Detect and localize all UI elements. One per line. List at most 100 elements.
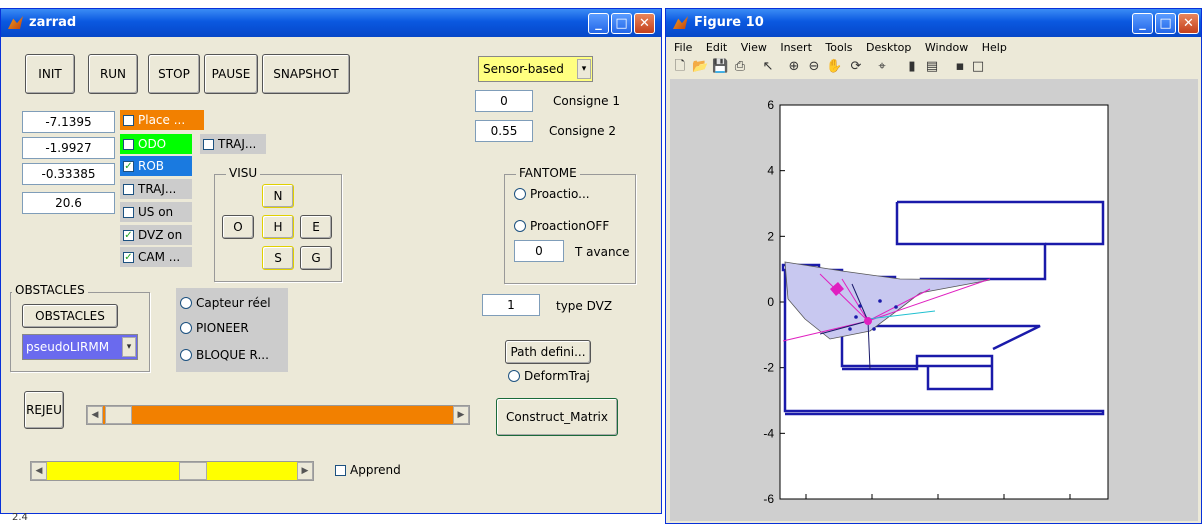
proaction-on-radio[interactable]: Proactio... — [514, 184, 590, 204]
radio-icon[interactable] — [180, 322, 192, 334]
consigne2-input[interactable]: 0.55 — [475, 120, 533, 142]
visu-g-button[interactable]: G — [300, 246, 332, 270]
edit-y[interactable]: -1.9927 — [22, 137, 115, 159]
check-icon[interactable]: ✓ — [123, 160, 134, 172]
edit-x[interactable]: -7.1395 — [22, 111, 115, 133]
pan-icon[interactable]: ✋ — [826, 59, 842, 75]
pointer-icon[interactable]: ↖ — [760, 59, 776, 75]
visu-e-button[interactable]: E — [300, 215, 332, 239]
rejeu-button[interactable]: REJEU — [24, 391, 64, 429]
y-tick-label: 4 — [767, 164, 774, 178]
pause-button[interactable]: PAUSE — [204, 54, 258, 94]
stop-button[interactable]: STOP — [148, 54, 200, 94]
minimize-icon[interactable]: _ — [588, 13, 609, 34]
zoom-out-icon[interactable]: ⊖ — [806, 59, 822, 75]
checkbox-icon[interactable] — [203, 138, 214, 150]
chevron-down-icon[interactable]: ▾ — [577, 59, 591, 79]
show-plot-tools-icon[interactable]: □ — [970, 59, 986, 75]
colorbar-icon[interactable]: ▮ — [904, 59, 920, 75]
apprend-slider[interactable]: ◀ ▶ — [30, 461, 314, 481]
figure-toolbar: 🗋 📂 💾 ⎙ ↖ ⊕ ⊖ ✋ ⟳ ⌖ ▮ ▤ ▪ □ — [672, 59, 1192, 79]
menu-file[interactable]: File — [674, 41, 692, 54]
arrow-right-icon[interactable]: ▶ — [453, 406, 469, 424]
capteur-radio[interactable]: Capteur réel — [180, 293, 271, 313]
radio-icon[interactable] — [514, 220, 526, 232]
obstacles-select[interactable]: pseudoLIRMM ▾ — [22, 334, 138, 360]
radio-icon[interactable] — [514, 188, 526, 200]
radio-icon[interactable] — [180, 297, 192, 309]
save-icon[interactable]: 💾 — [712, 59, 728, 75]
consigne1-input[interactable]: 0 — [475, 90, 533, 112]
menu-tools[interactable]: Tools — [825, 41, 852, 54]
main-titlebar[interactable]: zarrad _ □ ✕ — [1, 9, 661, 37]
traj-checkbox-2[interactable]: TRAJ... — [120, 179, 192, 199]
type-dvz-input[interactable]: 1 — [482, 294, 540, 316]
visu-h-button[interactable]: H — [262, 215, 294, 239]
visu-s-button[interactable]: S — [262, 246, 294, 270]
menu-view[interactable]: View — [741, 41, 767, 54]
visu-n-button[interactable]: N — [262, 184, 294, 208]
mode-select[interactable]: Sensor-based ▾ — [478, 56, 593, 82]
check-icon[interactable]: ✓ — [123, 251, 134, 263]
checkbox-icon[interactable] — [123, 206, 134, 218]
arrow-left-icon[interactable]: ◀ — [31, 462, 47, 480]
zoom-in-icon[interactable]: ⊕ — [786, 59, 802, 75]
print-icon[interactable]: ⎙ — [732, 59, 748, 75]
visu-o-button[interactable]: O — [222, 215, 254, 239]
radio-icon[interactable] — [508, 370, 520, 382]
deformtraj-radio[interactable]: DeformTraj — [508, 366, 590, 386]
cam-checkbox[interactable]: ✓ CAM ... — [120, 247, 192, 267]
edit-theta[interactable]: -0.33385 — [22, 163, 115, 185]
t-avance-input[interactable]: 0 — [514, 240, 564, 262]
menu-help[interactable]: Help — [982, 41, 1007, 54]
traj-checkbox-1[interactable]: TRAJ... — [200, 134, 266, 154]
snapshot-button[interactable]: SNAPSHOT — [262, 54, 350, 94]
obstacles-button[interactable]: OBSTACLES — [22, 304, 118, 328]
radio-icon[interactable] — [180, 349, 192, 361]
slider-thumb[interactable] — [105, 406, 132, 424]
dvz-checkbox[interactable]: ✓ DVZ on — [120, 225, 192, 245]
checkbox-icon[interactable] — [123, 183, 134, 195]
open-icon[interactable]: 📂 — [692, 59, 708, 75]
construct-matrix-button[interactable]: Construct_Matrix — [496, 398, 618, 436]
legend-icon[interactable]: ▤ — [924, 59, 940, 75]
menu-insert[interactable]: Insert — [780, 41, 812, 54]
checkbox-icon[interactable] — [123, 114, 134, 126]
apprend-checkbox[interactable]: Apprend — [332, 460, 401, 480]
maximize-icon[interactable]: □ — [611, 13, 632, 34]
plot-svg[interactable]: 6 4 2 0 -2 -4 -6 — [670, 79, 1198, 521]
bloque-radio[interactable]: BLOQUE R... — [180, 345, 269, 365]
pioneer-radio[interactable]: PIONEER — [180, 318, 249, 338]
rejeu-slider[interactable]: ◀ ▶ — [86, 405, 470, 425]
new-file-icon[interactable]: 🗋 — [672, 59, 688, 75]
checkbox-icon[interactable] — [335, 464, 346, 476]
us-checkbox[interactable]: US on — [120, 202, 192, 222]
slider-thumb[interactable] — [179, 462, 207, 480]
odo-checkbox[interactable]: ODO — [120, 134, 192, 154]
run-button[interactable]: RUN — [88, 54, 138, 94]
y-tick-label: 6 — [767, 98, 774, 112]
arrow-left-icon[interactable]: ◀ — [87, 406, 103, 424]
menu-edit[interactable]: Edit — [706, 41, 727, 54]
path-defini-button[interactable]: Path defini... — [505, 340, 591, 364]
place-checkbox[interactable]: Place ... — [120, 110, 204, 130]
close-icon[interactable]: ✕ — [1178, 13, 1199, 34]
menu-desktop[interactable]: Desktop — [866, 41, 911, 54]
rob-checkbox[interactable]: ✓ ROB — [120, 156, 192, 176]
arrow-right-icon[interactable]: ▶ — [297, 462, 313, 480]
maximize-icon[interactable]: □ — [1155, 13, 1176, 34]
check-icon[interactable]: ✓ — [123, 229, 134, 241]
edit-value[interactable]: 20.6 — [22, 192, 115, 214]
proaction-off-radio[interactable]: ProactionOFF — [514, 216, 609, 236]
close-icon[interactable]: ✕ — [634, 13, 655, 34]
menu-window[interactable]: Window — [925, 41, 968, 54]
chevron-down-icon[interactable]: ▾ — [122, 337, 136, 357]
hide-plot-tools-icon[interactable]: ▪ — [952, 59, 968, 75]
minimize-icon[interactable]: _ — [1132, 13, 1153, 34]
datacursor-icon[interactable]: ⌖ — [874, 59, 890, 75]
figure-canvas: 6 4 2 0 -2 -4 -6 — [670, 79, 1198, 521]
figure-titlebar[interactable]: Figure 10 _ □ ✕ — [666, 9, 1201, 37]
checkbox-icon[interactable] — [123, 138, 134, 150]
rotate-icon[interactable]: ⟳ — [848, 59, 864, 75]
init-button[interactable]: INIT — [25, 54, 75, 94]
